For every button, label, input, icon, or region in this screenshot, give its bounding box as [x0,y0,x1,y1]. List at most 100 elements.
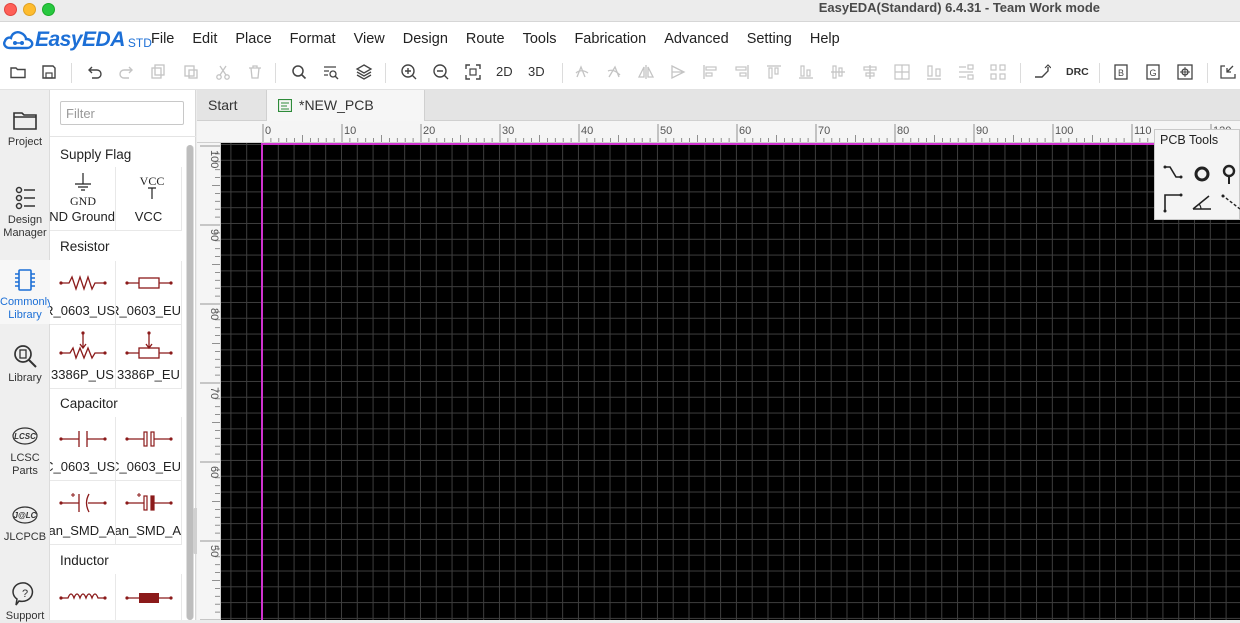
nav-design-manager[interactable]: Design Manager [0,184,50,240]
angle-tool-icon[interactable] [1190,190,1214,214]
part-r-0603-us[interactable]: R_0603_US [50,261,116,325]
bom-button[interactable]: B [1110,61,1132,83]
menu-design[interactable]: Design [403,31,448,47]
export-button[interactable] [1217,61,1239,83]
part-vcc[interactable]: VCC VCC [116,167,182,231]
menu-route[interactable]: Route [466,31,505,47]
menu-edit[interactable]: Edit [192,31,217,47]
copy-button[interactable] [147,61,169,83]
app-logo[interactable]: EasyEDA STD [2,28,152,52]
library-list: Supply Flag GND GND Ground VCC VCC Resis… [50,136,196,620]
close-window-button[interactable] [4,3,17,16]
pick-place-button[interactable] [1174,61,1196,83]
nav-project[interactable]: Project [0,106,50,149]
menu-help[interactable]: Help [810,31,840,47]
part-r-eu-label: R_0603_EU [116,303,181,318]
toolbar-separator [385,63,386,83]
align-right-button[interactable] [731,61,753,83]
via-tool-icon[interactable] [1219,162,1240,186]
gerber-button[interactable]: G [1142,61,1164,83]
menu-tools[interactable]: Tools [523,31,557,47]
tab-start[interactable]: Start [197,90,265,121]
part-c-0603-us[interactable]: C_0603_US [50,417,116,481]
vertical-ruler: 100 90 80 70 60 50 [197,143,221,620]
nav-commonly-library[interactable]: Commonly Library [0,260,53,324]
flip-horizontal-button[interactable] [635,61,657,83]
part-c-0603-eu[interactable]: C_0603_EU [116,417,182,481]
toolbar-separator [275,63,276,83]
nav-commonly-library-label-1: Commonly [0,296,53,308]
drc-button[interactable]: DRC [1066,61,1089,83]
ruler-top-label: 0 [265,125,271,137]
tab-new-pcb[interactable]: *NEW_PCB [266,90,425,121]
dimension-tool-icon[interactable] [1219,190,1240,214]
menu-setting[interactable]: Setting [747,31,792,47]
nav-lcsc-parts[interactable]: LCSC LCSC Parts [0,422,50,478]
delete-button[interactable] [244,61,266,83]
part-pot-us[interactable]: 3386P_US [50,325,116,389]
redo-button[interactable] [115,61,137,83]
zoom-window-button[interactable] [42,3,55,16]
group-button[interactable] [987,61,1009,83]
align-grid-button[interactable] [891,61,913,83]
paste-button[interactable] [180,61,202,83]
nav-jlcpcb[interactable]: J@LC JLCPCB [0,501,50,544]
undo-button[interactable] [84,61,106,83]
zoom-in-button[interactable] [398,61,420,83]
flip-vertical-button[interactable] [667,61,689,83]
ground-symbol-icon: GND [70,173,96,207]
fit-view-button[interactable] [462,61,484,83]
track-tool-icon[interactable] [1161,162,1185,186]
minimize-window-button[interactable] [23,3,36,16]
menu-place[interactable]: Place [235,31,271,47]
cut-button[interactable] [212,61,234,83]
part-tantalum-2[interactable]: Tan_SMD_A [116,481,182,545]
menu-bar: EasyEDA STD File Edit Place Format View … [0,22,1240,56]
route-track-button[interactable] [1031,61,1053,83]
pad-tool-icon[interactable] [1190,162,1214,186]
part-inductor-eu[interactable] [116,574,182,620]
distribute-h-button[interactable] [923,61,945,83]
nav-support[interactable]: ? Support [0,580,50,623]
menu-format[interactable]: Format [290,31,336,47]
part-tantalum-1[interactable]: Tan_SMD_A [50,481,116,545]
category-capacitor: Capacitor [60,396,118,411]
part-inductor-us[interactable] [50,574,116,620]
part-pot-us-label: 3386P_US [51,367,114,382]
part-gnd-label: GND Ground [50,209,115,224]
menu-file[interactable]: File [151,31,174,47]
category-inductor: Inductor [60,553,109,568]
pcb-canvas[interactable] [221,143,1240,620]
part-gnd[interactable]: GND GND Ground [50,167,116,231]
save-button[interactable] [38,61,60,83]
align-bottom-button[interactable] [795,61,817,83]
menu-view[interactable]: View [354,31,385,47]
design-manager-icon [15,186,35,210]
menu-fabrication[interactable]: Fabrication [574,31,646,47]
part-pot-eu[interactable]: 3386P_EU [116,325,182,389]
export-icon [1220,65,1236,79]
rotate-right-button[interactable] [603,61,625,83]
view-2d-button[interactable]: 2D [496,61,513,83]
layer-button[interactable] [353,61,375,83]
nav-library[interactable]: Library [0,342,50,385]
nav-design-manager-label-1: Design [7,214,43,226]
line-tool-icon[interactable] [1161,190,1185,214]
part-tan1-label: Tan_SMD_A [50,523,115,538]
open-folder-button[interactable] [7,61,29,83]
zoom-in-icon [401,64,417,80]
search-button[interactable] [288,61,310,83]
zoom-out-button[interactable] [430,61,452,83]
folder-icon [13,112,37,130]
view-3d-button[interactable]: 3D [528,61,545,83]
rotate-left-button[interactable] [571,61,593,83]
align-top-button[interactable] [763,61,785,83]
library-filter-input[interactable] [60,101,184,125]
part-r-0603-eu[interactable]: R_0603_EU [116,261,182,325]
distribute-v-button[interactable] [955,61,977,83]
menu-advanced[interactable]: Advanced [664,31,729,47]
align-center-h-button[interactable] [859,61,881,83]
align-left-button[interactable] [699,61,721,83]
align-center-v-button[interactable] [827,61,849,83]
find-replace-button[interactable] [320,61,342,83]
